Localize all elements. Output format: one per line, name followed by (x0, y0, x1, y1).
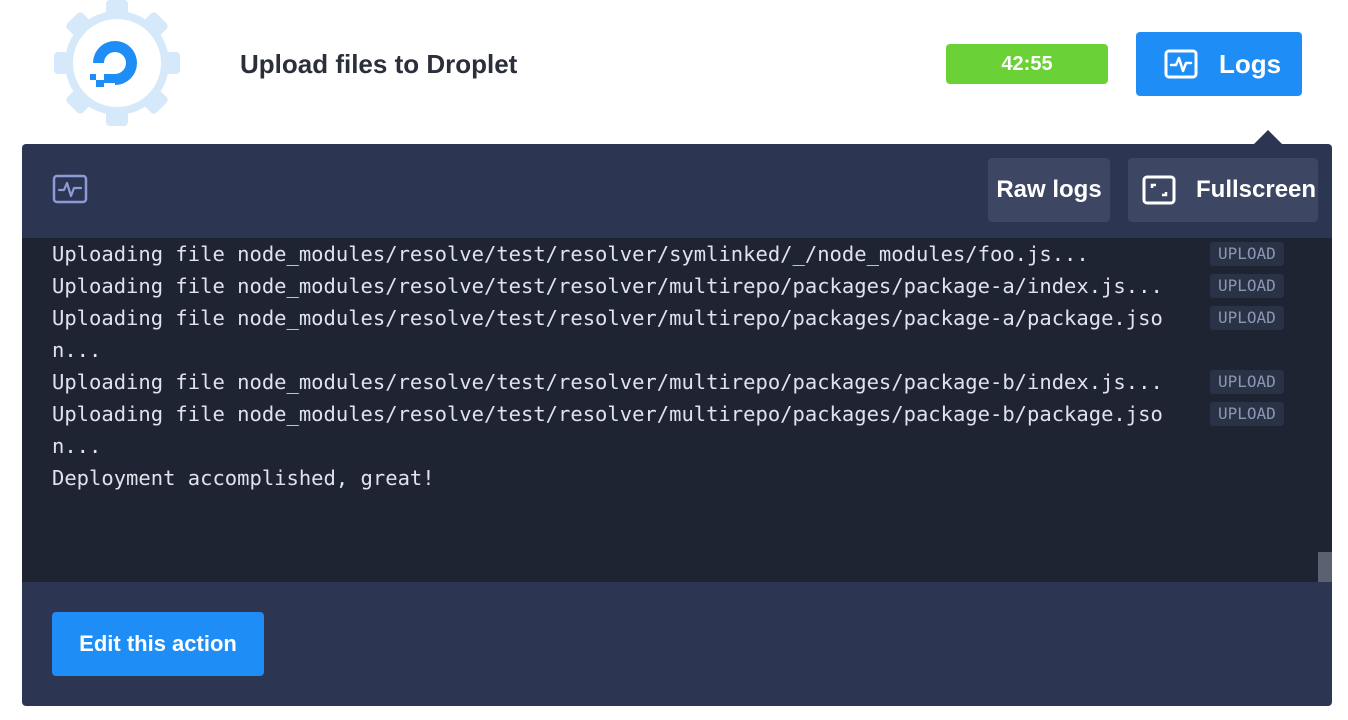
log-line-tag: UPLOAD (1210, 402, 1284, 426)
log-output[interactable]: Uploading file node_modules/resolve/test… (22, 238, 1332, 582)
fullscreen-button-label: Fullscreen (1196, 176, 1317, 203)
elapsed-time-badge: 42:55 (946, 44, 1108, 84)
log-line-text: Uploading file node_modules/resolve/test… (52, 370, 1163, 394)
logs-button[interactable]: Logs (1136, 32, 1302, 96)
logs-button-label: Logs (1219, 49, 1282, 79)
log-line: Uploading file node_modules/resolve/test… (52, 398, 1302, 462)
log-line: Deployment accomplished, great! (52, 462, 1302, 494)
activity-monitor-icon (52, 174, 88, 204)
log-line: Uploading file node_modules/resolve/test… (52, 238, 1302, 270)
log-line-text: Uploading file node_modules/resolve/test… (52, 274, 1163, 298)
log-line-tag: UPLOAD (1210, 370, 1284, 394)
raw-logs-button[interactable]: Raw logs (988, 158, 1110, 222)
log-line-text: Uploading file node_modules/resolve/test… (52, 402, 1163, 458)
log-line: Uploading file node_modules/resolve/test… (52, 302, 1302, 366)
log-line-text: Uploading file node_modules/resolve/test… (52, 242, 1089, 266)
fullscreen-icon (1142, 175, 1176, 205)
log-line: Uploading file node_modules/resolve/test… (52, 366, 1302, 398)
activity-monitor-icon (1164, 49, 1198, 79)
log-line-text: Uploading file node_modules/resolve/test… (52, 306, 1163, 362)
panel-pointer (1254, 130, 1282, 144)
edit-action-button[interactable]: Edit this action (52, 612, 264, 676)
logs-panel: Raw logs Fullscreen Uploading file node_… (22, 144, 1332, 706)
log-line-text: Deployment accomplished, great! (52, 466, 435, 490)
log-line: Uploading file node_modules/resolve/test… (52, 270, 1302, 302)
action-title: Upload files to Droplet (240, 49, 518, 79)
action-header: Upload files to Droplet 42:55 Logs (0, 0, 1348, 130)
log-line-tag: UPLOAD (1210, 274, 1284, 298)
log-scrollbar[interactable] (1318, 552, 1332, 582)
log-lines: Uploading file node_modules/resolve/test… (52, 238, 1302, 494)
digitalocean-gear-icon (54, 0, 180, 126)
log-line-tag: UPLOAD (1210, 242, 1284, 266)
log-line-tag: UPLOAD (1210, 306, 1284, 330)
fullscreen-button[interactable]: Fullscreen (1128, 158, 1318, 222)
